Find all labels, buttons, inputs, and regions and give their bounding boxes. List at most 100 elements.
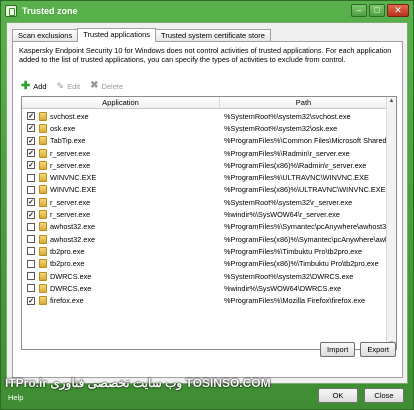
path-cell: %SystemRoot%\system32\DWRCS.exe bbox=[224, 271, 354, 281]
row-checkbox[interactable] bbox=[27, 235, 35, 244]
folder-icon bbox=[39, 136, 47, 146]
folder-icon bbox=[39, 283, 47, 293]
maximize-button[interactable]: □ bbox=[369, 4, 385, 17]
import-export-group: Import Export bbox=[320, 342, 396, 357]
title-bar[interactable]: Trusted zone – □ ✕ bbox=[1, 1, 413, 21]
column-header-application[interactable]: Application bbox=[22, 97, 220, 108]
delete-label: Delete bbox=[101, 81, 124, 91]
tab-trusted-applications[interactable]: Trusted applications bbox=[77, 28, 157, 42]
table-row[interactable]: WINVNC.EXE %ProgramFiles%\ULTRAVNC\WINVNC… bbox=[22, 171, 388, 183]
table-row[interactable]: ✓ r_server.exe %windir%\SysWOW64\r_server.… bbox=[22, 208, 388, 220]
row-checkbox[interactable] bbox=[27, 222, 35, 231]
table-row[interactable]: ✓ TabTip.exe %ProgramFiles%\Common Files\M… bbox=[22, 135, 388, 147]
row-checkbox[interactable] bbox=[27, 272, 35, 280]
delete-x-icon: ✖ bbox=[90, 80, 99, 91]
import-button[interactable]: Import bbox=[320, 342, 356, 357]
column-header-path[interactable]: Path bbox=[220, 97, 388, 108]
row-checkbox[interactable] bbox=[27, 247, 35, 256]
row-checkbox[interactable] bbox=[27, 284, 35, 293]
row-checkbox[interactable] bbox=[27, 259, 35, 268]
path-cell: %ProgramFiles(x86)%\Radmin\r_server.exe bbox=[224, 160, 367, 170]
watermark-text: ITPro.ir وب سایت تخصصی فناوری TOSINSO.CO… bbox=[5, 376, 271, 390]
application-cell: tb2pro.exe bbox=[22, 246, 220, 256]
row-checkbox[interactable]: ✓ bbox=[27, 136, 35, 145]
row-checkbox[interactable]: ✓ bbox=[27, 149, 35, 158]
path-cell: %ProgramFiles%\Mozilla Firefox\firefox.e… bbox=[224, 296, 366, 306]
application-cell: WINVNC.EXE bbox=[22, 173, 220, 183]
table-row[interactable]: tb2pro.exe %ProgramFiles(x86)%\Timbuktu P… bbox=[22, 258, 388, 270]
table-row[interactable]: ✓ r_server.exe %ProgramFiles(x86)%\Radmin\… bbox=[22, 159, 388, 171]
table-row[interactable]: ✓ svchost.exe %SystemRoot%\system32\svchos… bbox=[22, 110, 388, 122]
application-name: osk.exe bbox=[50, 123, 76, 133]
table-row[interactable]: tb2pro.exe %ProgramFiles%\Timbuktu Pro\tb… bbox=[22, 245, 388, 257]
delete-button[interactable]: ✖ Delete bbox=[90, 81, 123, 91]
add-button[interactable]: ✚ Add bbox=[21, 80, 47, 92]
application-cell: DWRCS.exe bbox=[22, 283, 220, 293]
application-name: firefox.exe bbox=[50, 296, 84, 306]
folder-icon bbox=[39, 234, 47, 244]
path-cell: %ProgramFiles%\Radmin\r_server.exe bbox=[224, 148, 350, 158]
application-cell: DWRCS.exe bbox=[22, 271, 220, 281]
application-cell: ✓ TabTip.exe bbox=[22, 136, 220, 146]
application-cell: ✓ osk.exe bbox=[22, 123, 220, 133]
table-row[interactable]: ✓ osk.exe %SystemRoot%\system32\osk.exe bbox=[22, 122, 388, 134]
window-controls: – □ ✕ bbox=[351, 4, 409, 17]
table-row[interactable]: DWRCS.exe %SystemRoot%\system32\DWRCS.exe bbox=[22, 270, 388, 282]
table-row[interactable]: ✓ r_server.exe %SystemRoot%\system32\r_ser… bbox=[22, 196, 388, 208]
minimize-button[interactable]: – bbox=[351, 4, 367, 17]
table-row[interactable]: WINVNC.EXE %ProgramFiles(x86)%\ULTRAVNC\W… bbox=[22, 184, 388, 196]
row-checkbox[interactable] bbox=[27, 185, 35, 194]
row-checkbox[interactable]: ✓ bbox=[27, 296, 35, 305]
application-name: awhost32.exe bbox=[50, 234, 96, 244]
row-checkbox[interactable]: ✓ bbox=[27, 210, 35, 219]
row-checkbox[interactable]: ✓ bbox=[27, 112, 35, 121]
table-row[interactable]: DWRCS.exe %windir%\SysWOW64\DWRCS.exe bbox=[22, 282, 388, 294]
edit-button[interactable]: ✎ Edit bbox=[57, 81, 80, 91]
application-name: DWRCS.exe bbox=[50, 271, 92, 281]
close-button[interactable]: Close bbox=[364, 388, 404, 403]
table-row[interactable]: ✓ r_server.exe %ProgramFiles%\Radmin\r_ser… bbox=[22, 147, 388, 159]
ok-button[interactable]: OK bbox=[318, 388, 358, 403]
folder-icon bbox=[39, 148, 47, 158]
footer-buttons: OK Close bbox=[318, 388, 404, 403]
folder-icon bbox=[39, 111, 47, 121]
application-cell: awhost32.exe bbox=[22, 234, 220, 244]
export-button[interactable]: Export bbox=[360, 342, 396, 357]
application-cell: ✓ firefox.exe bbox=[22, 296, 220, 306]
table-body: ✓ svchost.exe %SystemRoot%\system32\svchos… bbox=[22, 110, 388, 307]
row-checkbox[interactable]: ✓ bbox=[27, 124, 35, 133]
close-window-button[interactable]: ✕ bbox=[387, 4, 409, 17]
row-checkbox[interactable]: ✓ bbox=[27, 161, 35, 170]
application-name: awhost32.exe bbox=[50, 222, 96, 232]
table-row[interactable]: awhost32.exe %ProgramFiles%\Symantec\pcAn… bbox=[22, 221, 388, 233]
path-cell: %SystemRoot%\system32\r_server.exe bbox=[224, 197, 353, 207]
folder-icon bbox=[39, 246, 47, 256]
application-cell: WINVNC.EXE bbox=[22, 185, 220, 195]
application-name: r_server.exe bbox=[50, 148, 91, 158]
row-checkbox[interactable]: ✓ bbox=[27, 198, 35, 207]
folder-icon bbox=[39, 123, 47, 133]
path-cell: %ProgramFiles%\Symantec\pcAnywhere\awhos… bbox=[224, 222, 388, 232]
path-cell: %ProgramFiles(x86)%\ULTRAVNC\WINVNC.EXE bbox=[224, 185, 386, 195]
scroll-up-icon[interactable]: ▲ bbox=[387, 97, 396, 106]
application-name: r_server.exe bbox=[50, 210, 91, 220]
path-cell: %SystemRoot%\system32\svchost.exe bbox=[224, 111, 351, 121]
folder-icon bbox=[39, 210, 47, 220]
table-row[interactable]: awhost32.exe %ProgramFiles(x86)%\Symantec… bbox=[22, 233, 388, 245]
application-name: TabTip.exe bbox=[50, 136, 86, 146]
vertical-scrollbar[interactable]: ▲ ▼ bbox=[386, 97, 396, 349]
application-cell: awhost32.exe bbox=[22, 222, 220, 232]
row-checkbox[interactable] bbox=[27, 173, 35, 182]
folder-icon bbox=[39, 222, 47, 232]
path-cell: %ProgramFiles%\Common Files\Microsoft Sh… bbox=[224, 136, 388, 146]
application-name: WINVNC.EXE bbox=[50, 185, 97, 195]
window-title: Trusted zone bbox=[22, 6, 78, 16]
application-name: tb2pro.exe bbox=[50, 259, 85, 269]
path-cell: %ProgramFiles%\ULTRAVNC\WINVNC.EXE bbox=[224, 173, 369, 183]
application-name: r_server.exe bbox=[50, 197, 91, 207]
folder-icon bbox=[39, 296, 47, 306]
kaspersky-app-icon bbox=[5, 5, 17, 17]
help-link[interactable]: Help bbox=[8, 393, 23, 402]
table-row[interactable]: ✓ firefox.exe %ProgramFiles%\Mozilla Firef… bbox=[22, 294, 388, 306]
path-cell: %ProgramFiles(x86)%\Timbuktu Pro\tb2pro.… bbox=[224, 259, 379, 269]
